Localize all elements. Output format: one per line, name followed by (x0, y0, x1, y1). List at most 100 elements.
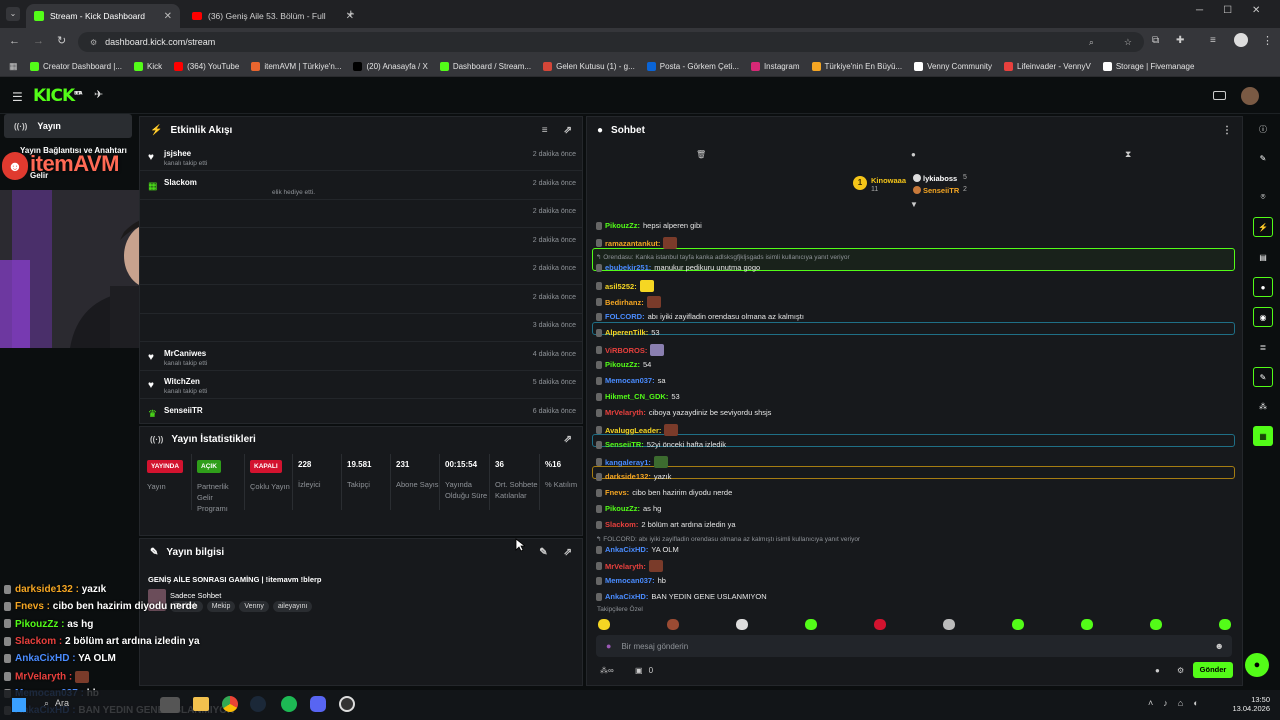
activity-username[interactable]: MrCaniwes (164, 349, 206, 358)
bookmark-item[interactable]: Türkiye'nin En Büyü... (811, 61, 902, 71)
back-icon[interactable]: ← (9, 35, 20, 47)
tag-chip[interactable]: Venny (239, 601, 269, 612)
bookmark-item[interactable]: Instagram (750, 61, 800, 71)
emote-icon[interactable] (1012, 619, 1024, 630)
extensions-icon[interactable]: ⧉ (1152, 35, 1159, 46)
chat-username[interactable]: kangaleray1: (605, 458, 651, 467)
chat-username[interactable]: Memocan037: (605, 576, 655, 585)
filter-icon[interactable]: ≡ (542, 125, 548, 136)
bookmark-item[interactable]: Venny Community (914, 61, 992, 71)
hamburger-icon[interactable]: ☰ (12, 90, 23, 104)
tab-kick-dashboard[interactable]: Stream - Kick Dashboard ✕ (26, 4, 180, 28)
bookmark-item[interactable]: Kick (134, 61, 162, 71)
chat-username[interactable]: Memocan037: (605, 376, 655, 385)
sidebar-item-stream[interactable]: ((·)) Yayın (4, 114, 132, 138)
activity-username[interactable]: WitchZen (164, 377, 200, 386)
bookmark-star-icon[interactable]: ☆ (1124, 37, 1132, 48)
chat-settings-bubble-icon[interactable]: ● (1155, 666, 1160, 675)
emote-icon[interactable] (1081, 619, 1093, 630)
support-chat-icon[interactable]: ● (1245, 653, 1269, 677)
slow-mode-icon[interactable]: ⧗ (1125, 149, 1131, 160)
tab-search-button[interactable]: ⌄ (6, 7, 20, 21)
edit-icon[interactable]: ✎ (539, 547, 547, 558)
leader-second-name[interactable]: lykiaboss (923, 174, 957, 183)
activity-username[interactable]: Slackom (164, 178, 197, 187)
chat-username[interactable]: FOLCORD: (605, 312, 645, 321)
address-bar[interactable]: ⚙ dashboard.kick.com/stream ⌕ ☆ (78, 32, 1144, 52)
popout-icon[interactable]: ⇗ (564, 125, 572, 136)
chat-username[interactable]: darkside132: (605, 472, 651, 481)
chat-username[interactable]: Hikmet_CN_GDK: (605, 392, 668, 401)
chat-username[interactable]: ViRBOROS: (605, 346, 647, 355)
obs-icon[interactable] (339, 696, 355, 712)
chat-username[interactable]: SenseiiTR: (605, 440, 644, 449)
emote-icon[interactable] (598, 619, 610, 630)
share-icon[interactable]: ⁂ (1253, 396, 1273, 416)
site-info-icon[interactable]: ⚙ (90, 38, 97, 47)
emote-icon[interactable] (943, 619, 955, 630)
chat-username[interactable]: MrVelaryth: (605, 562, 646, 571)
chat-username[interactable]: PikouzZz: (605, 221, 640, 230)
infinity-icon[interactable]: ⁂∞ (600, 666, 614, 675)
pin-icon[interactable]: ✈ (94, 88, 103, 101)
bookmark-item[interactable]: Storage | Fivemanage (1102, 61, 1194, 71)
sliders-icon[interactable]: ≣ (1253, 337, 1273, 357)
emote-icon[interactable] (667, 619, 679, 630)
chrome-icon[interactable] (222, 696, 238, 712)
bookmark-item[interactable]: (364) YouTube (174, 61, 239, 71)
chat-username[interactable]: PikouzZz: (605, 360, 640, 369)
chat-username[interactable]: AnkaCixHD: (605, 545, 648, 554)
zoom-icon[interactable]: ⌕ (1089, 37, 1094, 48)
puzzle-icon[interactable]: ✚ (1176, 35, 1184, 46)
chat-username[interactable]: AlperenTilk: (605, 328, 648, 337)
window-controls[interactable]: ─☐✕ (1196, 5, 1280, 16)
pencil-icon[interactable]: ✎ (1253, 148, 1273, 168)
user-avatar[interactable] (1241, 87, 1259, 105)
emote-icon[interactable] (736, 619, 748, 630)
activity-username[interactable]: jsjshee (164, 149, 191, 158)
profile-avatar[interactable] (1234, 33, 1248, 47)
discord-icon[interactable] (310, 696, 326, 712)
windows-start-icon[interactable] (12, 698, 26, 712)
emote-icon[interactable] (874, 619, 886, 630)
reload-icon[interactable]: ↻ (57, 34, 66, 47)
add-widget-icon[interactable]: ▦ (1253, 426, 1273, 446)
bookmark-item[interactable]: Gelen Kutusu (1) - g... (543, 61, 635, 71)
leader-third-name[interactable]: SenseiiTR (923, 186, 959, 195)
bookmark-item[interactable]: itemAVM | Türkiye'n... (251, 61, 341, 71)
apps-grid-icon[interactable]: ▦ (9, 61, 18, 72)
send-button[interactable]: Gönder (1193, 662, 1233, 678)
trash-icon[interactable]: 🗑 (696, 150, 706, 159)
wrench-toggle-icon[interactable]: ✎ (1253, 367, 1273, 387)
popout-icon[interactable]: ⇗ (564, 434, 572, 445)
emoji-icon[interactable]: ☻ (1215, 641, 1224, 651)
bookmark-item[interactable]: Creator Dashboard |... (30, 61, 122, 71)
tag-chip[interactable]: Mekip (206, 601, 236, 612)
bookmark-item[interactable]: Dashboard / Stream... (439, 61, 531, 71)
activity-username[interactable]: SenseiiTR (164, 406, 203, 415)
system-tray-icons[interactable]: ˄♪⌂◐ (1148, 698, 1209, 708)
emote-icon[interactable] (1150, 619, 1162, 630)
tag-chip[interactable]: aileyayını (272, 601, 313, 612)
chat-username[interactable]: ebubekir251: (605, 263, 651, 272)
info-icon[interactable]: ⓘ (1253, 119, 1273, 139)
forward-icon[interactable]: → (33, 35, 44, 47)
gear-icon[interactable]: ⚙ (1177, 666, 1184, 675)
bookmark-item[interactable]: Lifeinvader - VennyV (1004, 61, 1091, 71)
clock[interactable]: 13:50 13.04.2026 (1226, 695, 1270, 713)
chat-mode-icon[interactable]: ● (911, 150, 916, 159)
file-explorer-icon[interactable] (193, 697, 209, 711)
document-icon[interactable]: ▤ (1253, 247, 1273, 267)
close-tab-icon[interactable]: ✕ (164, 11, 172, 22)
chat-menu-icon[interactable]: ⋮ (1222, 125, 1232, 136)
camera-icon[interactable]: ⌾ (1253, 187, 1273, 207)
kick-logo[interactable]: KICKBETA (33, 86, 82, 106)
chat-input[interactable]: ● Bir mesaj gönderin ☻ (596, 635, 1232, 657)
bookmark-item[interactable]: Posta - Görkem Çeti... (646, 61, 739, 71)
taskbar-search[interactable]: ⌕ Ara (44, 698, 69, 709)
chat-toggle-icon[interactable]: ● (1253, 277, 1273, 297)
leader-top-name[interactable]: Kinowaaa (871, 176, 906, 185)
popout-icon[interactable]: ⇗ (564, 547, 572, 558)
expand-leaderboard-icon[interactable]: ▼ (910, 200, 918, 209)
activity-toggle-icon[interactable]: ⚡ (1253, 217, 1273, 237)
